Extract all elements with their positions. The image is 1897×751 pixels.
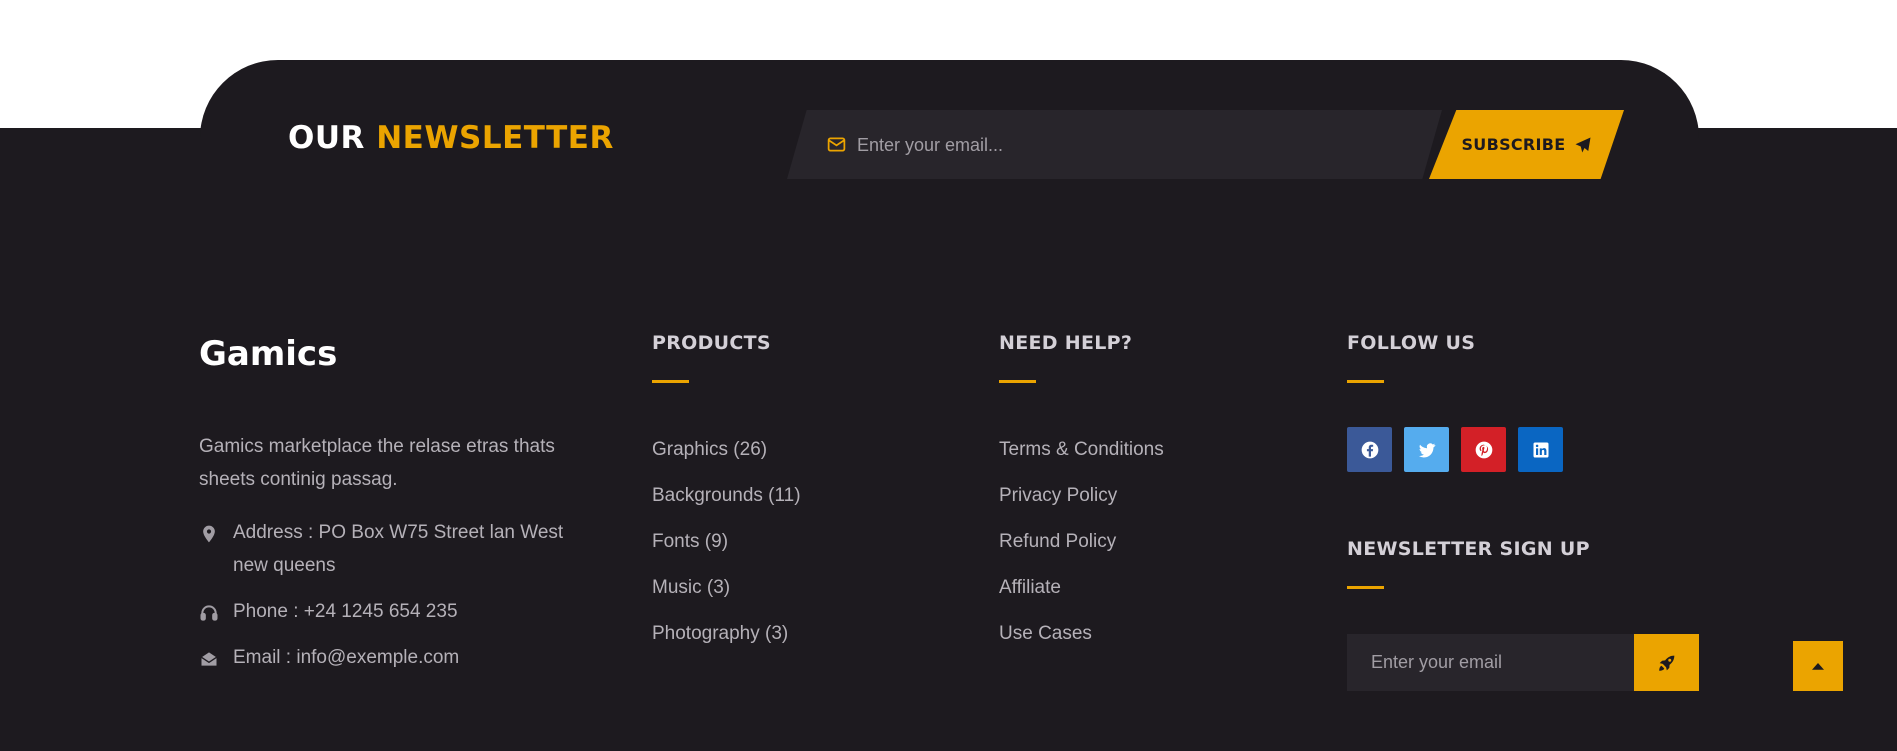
help-list: Terms & Conditions Privacy Policy Refund… bbox=[999, 433, 1164, 663]
newsletter-title-accent: NEWSLETTER bbox=[376, 120, 614, 156]
products-link[interactable]: Fonts (9) bbox=[652, 531, 728, 552]
list-item[interactable]: Photography (3) bbox=[652, 617, 801, 663]
about-text: Gamics marketplace the relase etras that… bbox=[199, 436, 555, 490]
signup-email-input[interactable] bbox=[1347, 634, 1634, 691]
list-item[interactable]: Backgrounds (11) bbox=[652, 479, 801, 525]
help-heading-underline bbox=[999, 380, 1036, 383]
list-item[interactable]: Terms & Conditions bbox=[999, 433, 1164, 479]
products-heading-underline bbox=[652, 380, 689, 383]
mail-icon bbox=[827, 137, 846, 152]
newsletter-title-prefix: OUR bbox=[288, 120, 365, 156]
help-link[interactable]: Affiliate bbox=[999, 577, 1061, 598]
envelope-open-icon bbox=[201, 652, 217, 666]
help-heading: NEED HELP? bbox=[999, 332, 1133, 354]
products-link[interactable]: Backgrounds (11) bbox=[652, 485, 801, 506]
list-item[interactable]: Graphics (26) bbox=[652, 433, 801, 479]
newsletter-email-field bbox=[787, 110, 1442, 179]
facebook-icon bbox=[1361, 441, 1378, 458]
follow-heading-underline bbox=[1347, 380, 1384, 383]
rocket-icon bbox=[1658, 655, 1674, 671]
brand-logo: Gamics bbox=[199, 334, 338, 374]
products-link[interactable]: Graphics (26) bbox=[652, 439, 767, 460]
products-link[interactable]: Music (3) bbox=[652, 577, 730, 598]
products-heading: PRODUCTS bbox=[652, 332, 771, 354]
help-link[interactable]: Terms & Conditions bbox=[999, 439, 1164, 460]
subscribe-button[interactable]: SUBSCRIBE bbox=[1429, 110, 1624, 179]
back-to-top-button[interactable] bbox=[1793, 641, 1843, 691]
linkedin-icon bbox=[1533, 442, 1548, 457]
location-pin-icon bbox=[203, 525, 215, 543]
twitter-button[interactable] bbox=[1404, 427, 1449, 472]
follow-heading: FOLLOW US bbox=[1347, 332, 1476, 354]
contact-phone-text: Phone : +24 1245 654 235 bbox=[233, 601, 458, 622]
products-link[interactable]: Photography (3) bbox=[652, 623, 788, 644]
caret-up-icon bbox=[1812, 663, 1824, 670]
pinterest-button[interactable] bbox=[1461, 427, 1506, 472]
subscribe-label: SUBSCRIBE bbox=[1461, 135, 1566, 154]
pinterest-icon bbox=[1475, 441, 1492, 458]
paper-plane-icon bbox=[1575, 137, 1591, 152]
newsletter-email-input[interactable] bbox=[855, 110, 1419, 179]
headphones-icon bbox=[200, 605, 218, 621]
help-link[interactable]: Refund Policy bbox=[999, 531, 1116, 552]
help-link[interactable]: Use Cases bbox=[999, 623, 1092, 644]
list-item[interactable]: Fonts (9) bbox=[652, 525, 801, 571]
signup-submit-button[interactable] bbox=[1634, 634, 1699, 691]
list-item[interactable]: Refund Policy bbox=[999, 525, 1164, 571]
contact-email-text: Email : info@exemple.com bbox=[233, 647, 460, 668]
twitter-icon bbox=[1418, 442, 1435, 457]
contact-phone: Phone : +24 1245 654 235 bbox=[199, 595, 579, 628]
contact-address-text: Address : PO Box W75 Street lan West new… bbox=[233, 522, 564, 576]
list-item[interactable]: Affiliate bbox=[999, 571, 1164, 617]
contact-address: Address : PO Box W75 Street lan West new… bbox=[199, 516, 579, 582]
linkedin-button[interactable] bbox=[1518, 427, 1563, 472]
products-list: Graphics (26) Backgrounds (11) Fonts (9)… bbox=[652, 433, 801, 663]
social-links bbox=[1347, 427, 1563, 472]
list-item[interactable]: Music (3) bbox=[652, 571, 801, 617]
help-link[interactable]: Privacy Policy bbox=[999, 485, 1117, 506]
signup-heading-underline bbox=[1347, 586, 1384, 589]
facebook-button[interactable] bbox=[1347, 427, 1392, 472]
signup-heading: NEWSLETTER SIGN UP bbox=[1347, 538, 1590, 560]
newsletter-title: OUR NEWSLETTER bbox=[288, 120, 614, 156]
list-item[interactable]: Privacy Policy bbox=[999, 479, 1164, 525]
contact-email: Email : info@exemple.com bbox=[199, 641, 579, 674]
list-item[interactable]: Use Cases bbox=[999, 617, 1164, 663]
